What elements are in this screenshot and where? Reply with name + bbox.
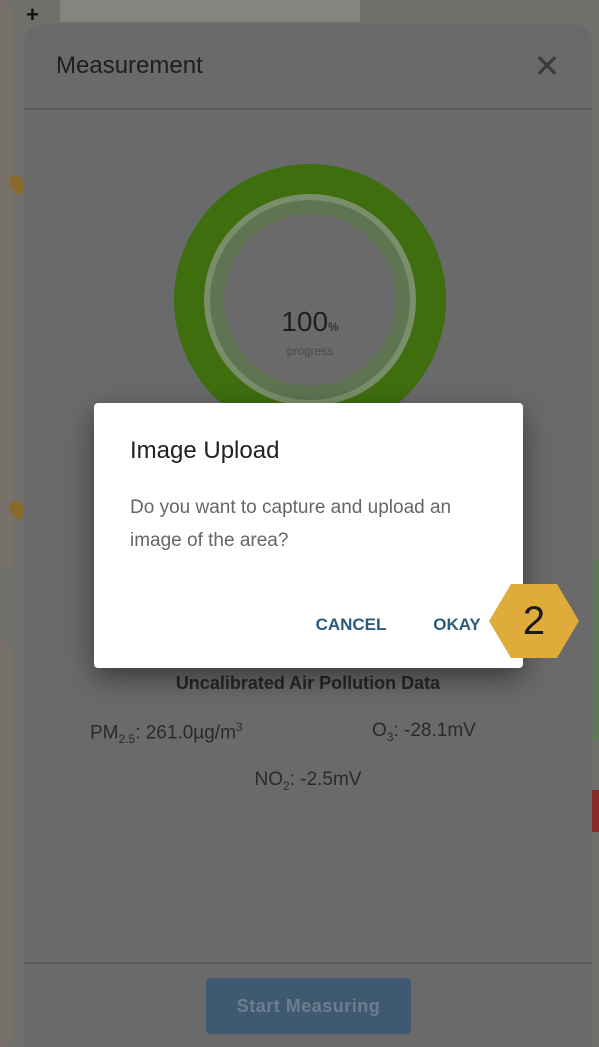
close-icon[interactable]: ✕ [530, 50, 564, 85]
no2-reading: NO2: -2.5mV [24, 769, 592, 793]
dialog-body: Do you want to capture and upload an ima… [130, 497, 452, 551]
no2-value: : -2.5mV [289, 769, 362, 790]
o3-name: O [372, 720, 387, 741]
panel-title: Measurement [56, 52, 203, 79]
footer-divider [24, 962, 592, 964]
image-upload-dialog: Image Upload Do you want to capture and … [94, 403, 523, 668]
pm25-value: : 261.0µg/m [135, 722, 236, 744]
start-measuring-button[interactable]: Start Measuring [206, 978, 411, 1034]
step-badge: 2 [489, 584, 579, 658]
panel-header: Measurement ✕ [24, 24, 592, 110]
pm25-name: PM [90, 722, 119, 744]
map-green-area [593, 560, 599, 740]
map-side-card-bottom [0, 640, 14, 1047]
data-section-title: Uncalibrated Air Pollution Data [175, 673, 441, 693]
pm25-sub: 2.5 [118, 732, 136, 747]
cancel-button[interactable]: CANCEL [306, 609, 396, 641]
dialog-title: Image Upload [130, 437, 280, 464]
progress-label: progress [286, 344, 334, 358]
map-road [60, 0, 360, 22]
progress-ring: 100% progress [174, 164, 446, 436]
progress-number: 100 [281, 306, 329, 337]
no2-name: NO [254, 769, 284, 790]
okay-button[interactable]: OKAY [426, 609, 488, 641]
step-badge-number: 2 [522, 599, 546, 643]
progress-value: 100% [224, 306, 396, 338]
pm25-sup: 3 [235, 720, 243, 734]
progress-ring-core: 100% progress [224, 214, 396, 386]
pm25-reading: PM2.5: 261.0µg/m3 [90, 720, 243, 746]
o3-reading: O3: -28.1mV [372, 720, 476, 744]
map-side-card-top [0, 0, 14, 570]
progress-ring-inner: 100% progress [204, 194, 416, 406]
no2-sub: 2 [283, 778, 290, 793]
progress-unit: % [328, 320, 339, 334]
o3-value: : -28.1mV [393, 720, 476, 741]
